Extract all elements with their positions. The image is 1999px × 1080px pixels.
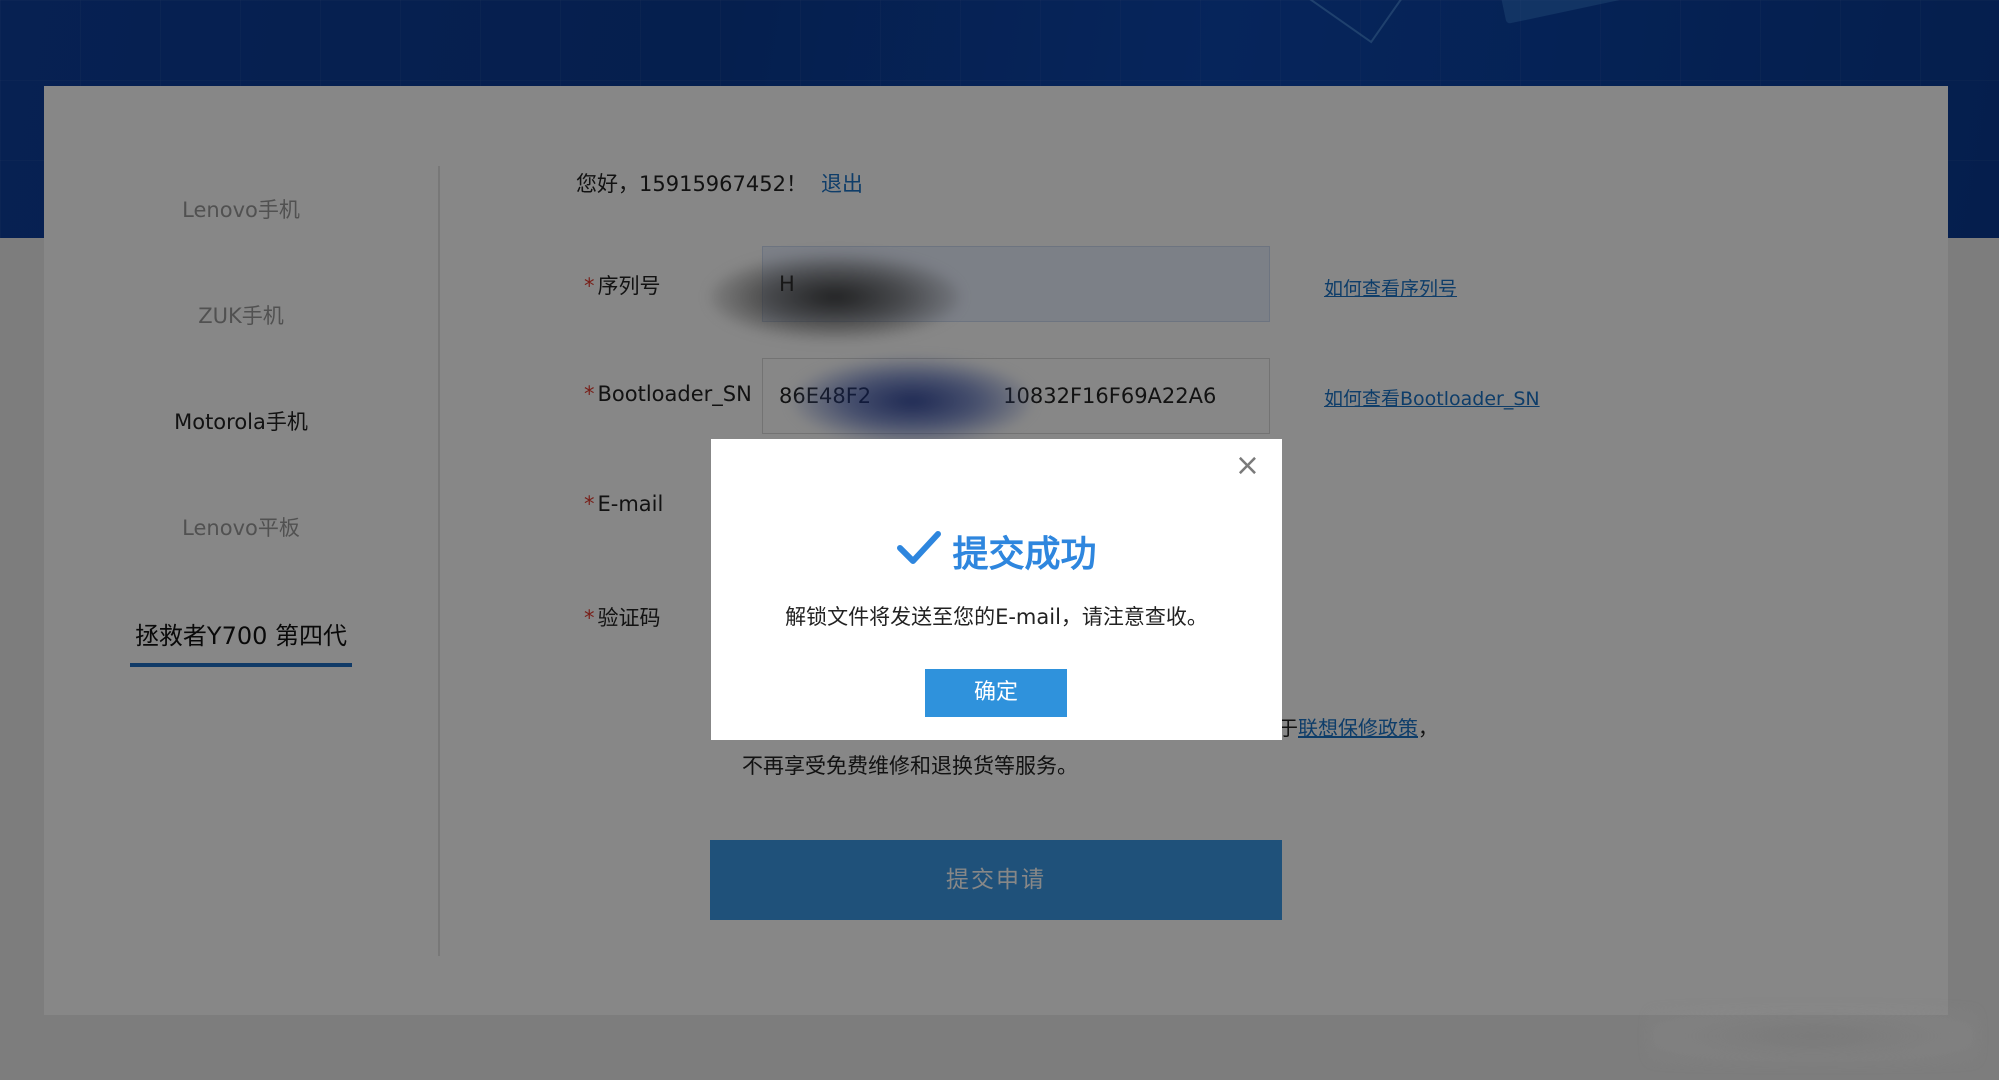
success-dialog: × 提交成功 解锁文件将发送至您的E-mail，请注意查收。 确定 — [711, 439, 1282, 740]
dialog-title: 提交成功 — [711, 525, 1282, 579]
dialog-title-text: 提交成功 — [952, 534, 1097, 575]
close-icon[interactable]: × — [1235, 451, 1260, 481]
watermark-blur — [1648, 1008, 1978, 1064]
confirm-button[interactable]: 确定 — [925, 669, 1067, 717]
checkmark-icon — [896, 530, 942, 575]
page: Lenovo手机 ZUK手机 Motorola手机 Lenovo平板 拯救者Y7… — [0, 0, 1999, 1080]
dialog-message: 解锁文件将发送至您的E-mail，请注意查收。 — [785, 605, 1208, 629]
